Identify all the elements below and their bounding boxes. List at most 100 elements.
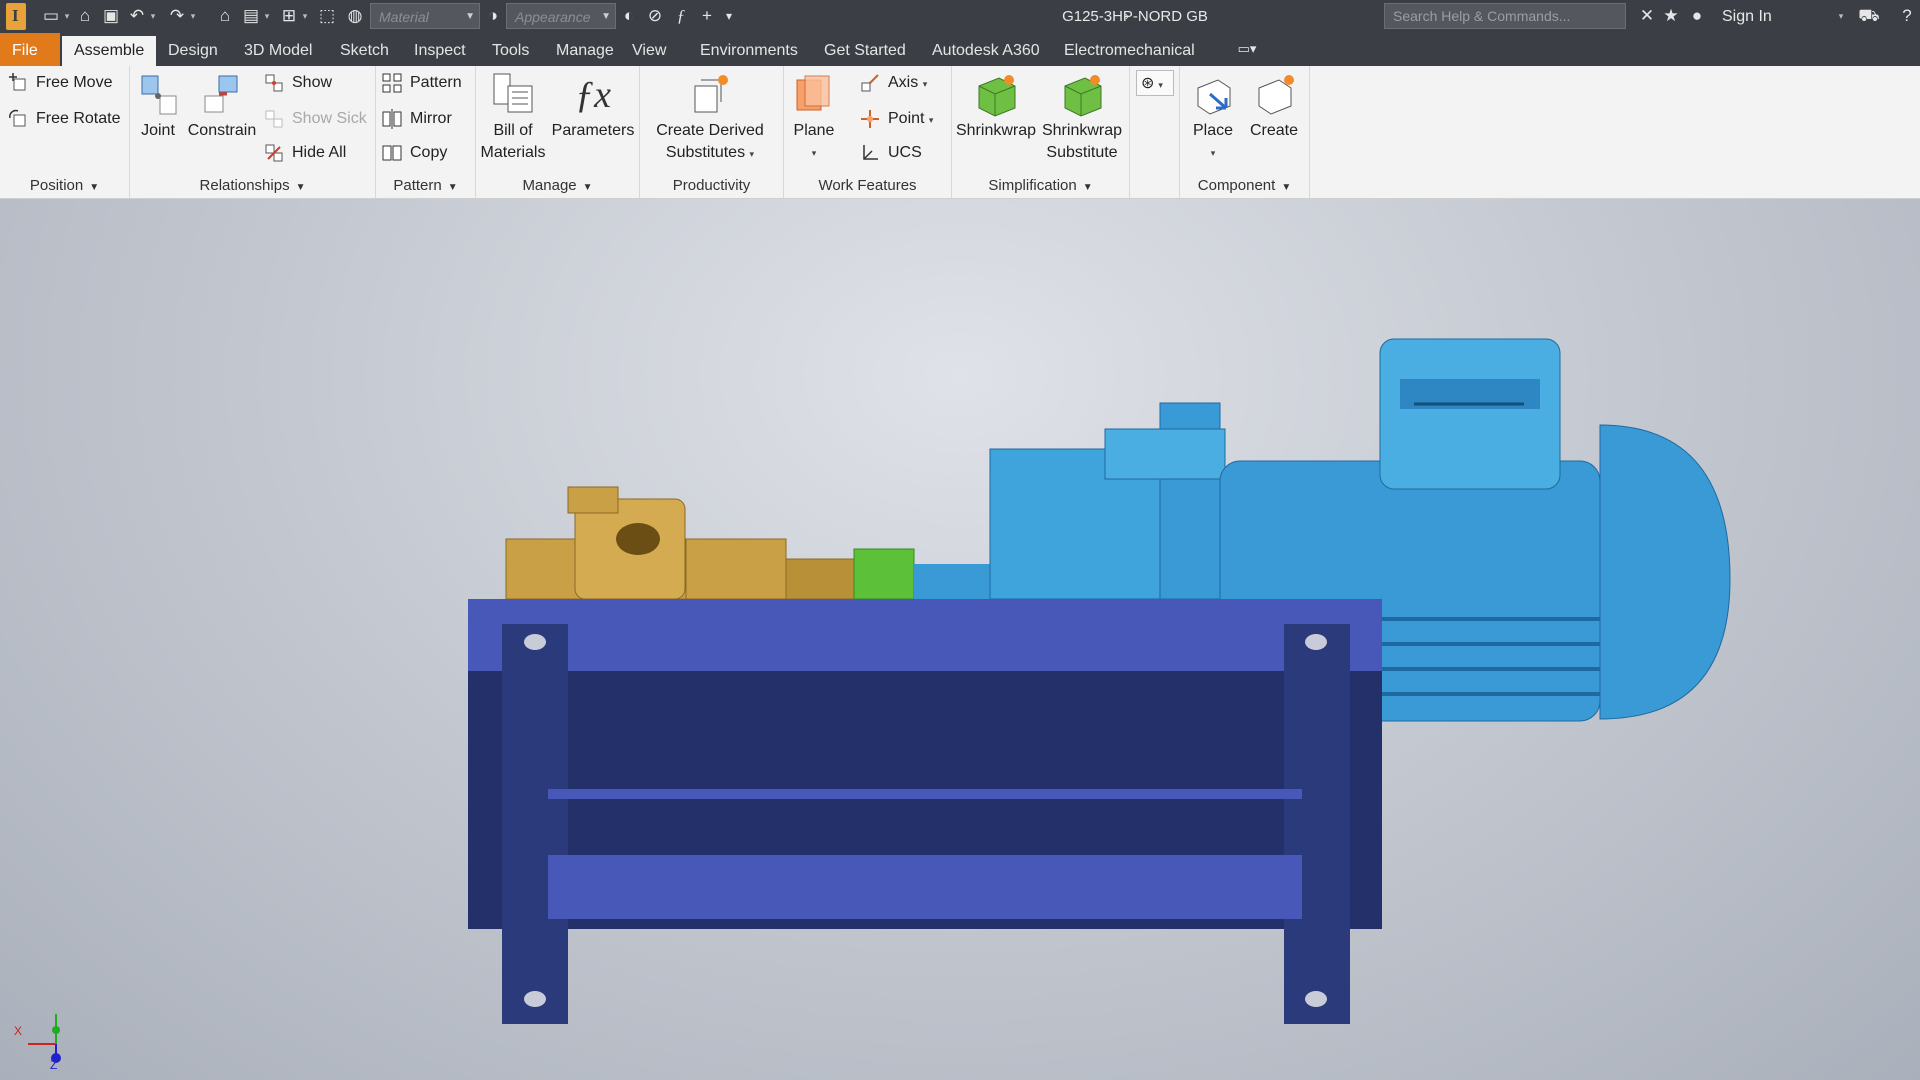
- measure-icon[interactable]: ⊞: [278, 5, 300, 27]
- filter-icon: ⊛: [1141, 75, 1155, 92]
- point-button[interactable]: Point ▾: [860, 106, 933, 132]
- title-bar: ▭ ▾ ⌂ ▣ ↶ ▾ ↷ ▾ ⌂ ▤ ▾ ⊞ ▾ ⬚ ◍ Material▼ …: [0, 0, 1920, 33]
- create-derived-substitutes-button[interactable]: Create Derived Substitutes ▾: [644, 66, 776, 165]
- help-icon[interactable]: ?: [1896, 5, 1918, 27]
- show-button[interactable]: Show: [264, 70, 332, 96]
- parameters-button[interactable]: ƒx Parameters: [550, 66, 636, 142]
- place-icon: [1190, 72, 1236, 118]
- tab-view[interactable]: View: [620, 33, 678, 66]
- sign-in-dropdown[interactable]: ▾: [1836, 5, 1846, 27]
- joint-icon: [136, 72, 182, 118]
- exchange-icon[interactable]: ✕: [1636, 5, 1658, 27]
- new-file-icon[interactable]: ▭: [40, 5, 62, 27]
- star-icon[interactable]: ★: [1660, 5, 1682, 27]
- pump-body[interactable]: [505, 486, 857, 600]
- free-move-button[interactable]: Free Move: [8, 70, 112, 96]
- show-sick-icon: [264, 109, 284, 129]
- coupling[interactable]: [853, 548, 915, 600]
- hide-all-icon: [264, 143, 284, 163]
- home-icon[interactable]: ⌂: [214, 5, 236, 27]
- tab-sketch[interactable]: Sketch: [328, 33, 401, 66]
- user-icon[interactable]: ●: [1686, 5, 1708, 27]
- appearance-combo[interactable]: Appearance ▼: [506, 3, 616, 29]
- hide-all-button[interactable]: Hide All: [264, 140, 346, 166]
- print-dropdown[interactable]: ▾: [262, 5, 272, 27]
- ribbon-tab-bar: File Assemble Design 3D Model Sketch Ins…: [0, 33, 1920, 66]
- redo-icon[interactable]: ↷: [166, 5, 188, 27]
- inventor-logo[interactable]: [6, 3, 26, 30]
- tab-electromechanical[interactable]: Electromechanical: [1052, 33, 1207, 66]
- graphics-viewport[interactable]: X Z: [0, 199, 1920, 1080]
- color-icon[interactable]: ◍: [344, 5, 366, 27]
- save-icon[interactable]: ▣: [100, 5, 122, 27]
- panel-simplification-label[interactable]: Simplification ▼: [952, 177, 1129, 194]
- copy-icon: [382, 143, 402, 163]
- tab-get-started[interactable]: Get Started: [812, 33, 918, 66]
- cart-icon[interactable]: ⛟: [1858, 5, 1880, 27]
- fx-icon[interactable]: ƒ: [670, 5, 692, 27]
- adjust-icon[interactable]: ◐: [618, 5, 640, 27]
- panel-pattern-label[interactable]: Pattern ▼: [376, 177, 475, 194]
- open-icon[interactable]: ⌂: [74, 5, 96, 27]
- expand-arrow-icon[interactable]: ›: [1116, 5, 1138, 27]
- search-help-input[interactable]: Search Help & Commands...: [1384, 3, 1626, 29]
- select-icon[interactable]: ⬚: [316, 5, 338, 27]
- bill-of-materials-button[interactable]: Bill of Materials: [478, 66, 548, 164]
- undo-icon[interactable]: ↶: [126, 5, 148, 27]
- new-file-dropdown[interactable]: ▾: [62, 5, 72, 27]
- appearance-icon[interactable]: ◑: [482, 5, 504, 27]
- constrain-button[interactable]: Constrain: [184, 66, 260, 142]
- sign-in-link[interactable]: Sign In: [1722, 0, 1772, 33]
- tab-autodesk-a360[interactable]: Autodesk A360: [920, 33, 1052, 66]
- tab-inspect[interactable]: Inspect: [402, 33, 478, 66]
- measure-dropdown[interactable]: ▾: [300, 5, 310, 27]
- customize-icon[interactable]: ▾: [718, 5, 740, 27]
- tab-environments[interactable]: Environments: [688, 33, 810, 66]
- redo-dropdown[interactable]: ▾: [188, 5, 198, 27]
- plus-icon[interactable]: +: [696, 5, 718, 27]
- axis-z-label: Z: [50, 1058, 58, 1072]
- shrinkwrap-substitute-button[interactable]: Shrinkwrap Substitute: [1040, 66, 1124, 164]
- tab-3d-model[interactable]: 3D Model: [232, 33, 324, 66]
- panel-position: Free Move Free Rotate Position ▼: [0, 66, 130, 198]
- shrinkwrap-button[interactable]: Shrinkwrap: [954, 66, 1038, 142]
- panel-manage-label[interactable]: Manage ▼: [476, 177, 639, 194]
- ucs-button[interactable]: UCS: [860, 140, 922, 166]
- clear-override-icon[interactable]: ⊘: [644, 5, 666, 27]
- base-frame[interactable]: [468, 599, 1382, 1024]
- copy-button[interactable]: Copy: [382, 140, 447, 166]
- print-icon[interactable]: ▤: [240, 5, 262, 27]
- panel-work-features-label: Work Features: [818, 177, 917, 194]
- show-sick-button[interactable]: Show Sick: [264, 106, 367, 132]
- filter-dropdown[interactable]: ⊛ ▾: [1136, 70, 1174, 96]
- show-icon: [264, 73, 284, 93]
- tab-file[interactable]: File: [0, 33, 60, 66]
- joint-button[interactable]: Joint: [136, 66, 180, 142]
- mirror-icon: [382, 108, 402, 129]
- bill-of-materials-icon: [490, 72, 536, 118]
- panel-toggle-icon[interactable]: ▭▾: [1236, 38, 1258, 60]
- plane-button[interactable]: Plane ▾: [788, 66, 840, 164]
- free-rotate-button[interactable]: Free Rotate: [8, 106, 120, 132]
- panel-filter: ⊛ ▾: [1130, 66, 1180, 198]
- panel-relationships-label[interactable]: Relationships ▼: [130, 177, 375, 194]
- pattern-button[interactable]: Pattern: [382, 70, 462, 96]
- material-combo[interactable]: Material ▼: [370, 3, 480, 29]
- panel-component-label[interactable]: Component ▼: [1180, 177, 1309, 194]
- view-triad[interactable]: X Z: [10, 994, 70, 1074]
- motor-gearbox[interactable]: [914, 402, 1226, 600]
- axis-button[interactable]: Axis ▾: [860, 70, 927, 96]
- tab-manage[interactable]: Manage: [544, 33, 626, 66]
- place-button[interactable]: Place ▾: [1184, 66, 1242, 164]
- derived-substitutes-icon: [687, 72, 733, 118]
- tab-assemble[interactable]: Assemble: [62, 36, 157, 66]
- plane-icon: [791, 72, 837, 118]
- tab-tools[interactable]: Tools: [480, 33, 541, 66]
- assembly-model[interactable]: [0, 199, 1920, 1080]
- undo-dropdown[interactable]: ▾: [148, 5, 158, 27]
- mirror-button[interactable]: Mirror: [382, 106, 452, 132]
- panel-position-label[interactable]: Position ▼: [0, 177, 129, 194]
- create-button[interactable]: Create: [1244, 66, 1304, 142]
- axis-x-label: X: [14, 1024, 23, 1038]
- tab-design[interactable]: Design: [156, 33, 230, 66]
